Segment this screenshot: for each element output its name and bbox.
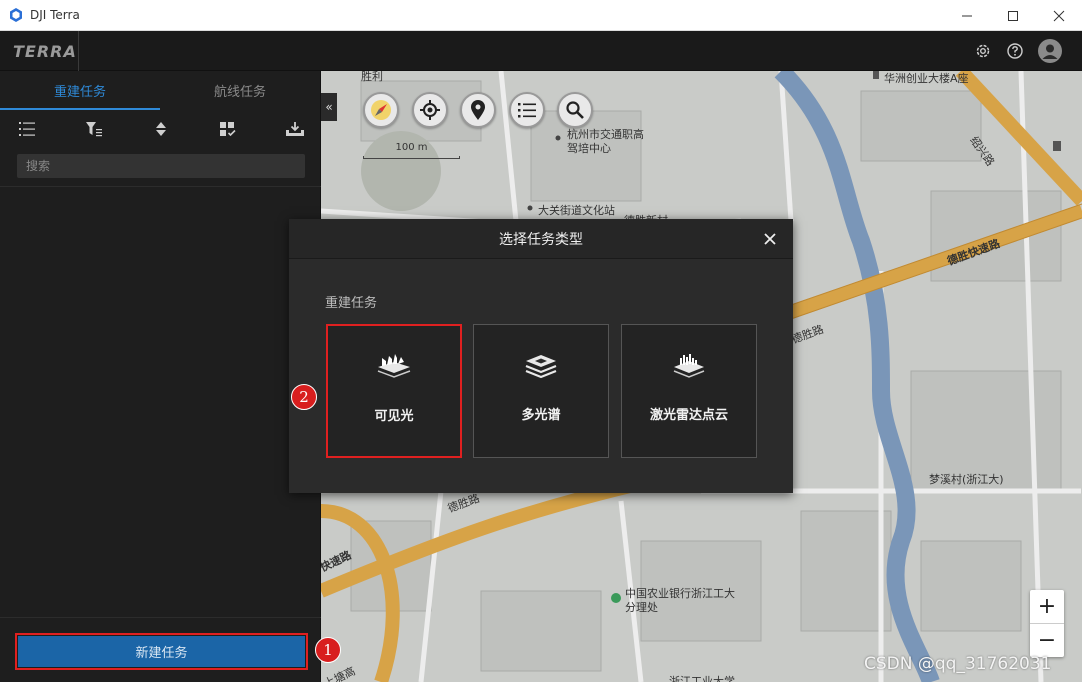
multispectral-icon [521,351,561,381]
new-task-button[interactable]: 新建任务 [18,636,305,667]
map-label: 驾培中心 [567,142,611,155]
scale-bar [363,156,460,159]
batch-select-button[interactable] [218,119,238,139]
pin-icon [471,100,485,120]
tab-flight-route[interactable]: 航线任务 [160,71,320,109]
user-avatar-icon [1038,39,1062,63]
task-option-label: 激光雷达点云 [649,408,728,423]
close-icon [1053,10,1065,21]
maximize-button[interactable] [990,0,1036,31]
sidebar: 重建任务 航线任务 搜索 新建任务 [0,71,321,682]
pin-button[interactable] [460,92,496,128]
divider [0,186,321,187]
sort-button[interactable] [151,119,171,139]
task-tabs: 重建任务 航线任务 [0,71,321,110]
import-button[interactable] [285,119,305,139]
step-1-badge: 1 [315,637,341,663]
list-view-button[interactable] [17,119,37,139]
sort-icon [156,122,166,136]
locate-button[interactable] [412,92,448,128]
user-avatar-button[interactable] [1038,39,1062,63]
list-icon [19,122,35,136]
divider [0,617,321,618]
map-scale: 100 m [363,140,460,160]
compass-icon [371,100,391,120]
dialog-header: 选择任务类型 [289,219,793,259]
layer-list-button[interactable] [509,92,545,128]
active-tab-indicator [0,108,160,110]
map-label: 华洲创业大楼A座 [884,72,969,85]
task-type-dialog: 选择任务类型 重建任务 可见光 多光谱 激光雷达点云 [289,219,793,493]
terra-logo: TERRA [0,31,79,71]
task-option-lidar[interactable]: 激光雷达点云 [621,324,757,458]
close-window-button[interactable] [1036,0,1082,31]
app-header: TERRA [0,31,1082,71]
collapse-sidebar-button[interactable]: « [321,93,337,121]
list-icon [518,103,536,118]
lidar-pointcloud-icon [669,351,709,381]
locate-icon [420,100,440,120]
task-search-input[interactable] [17,154,305,178]
batch-select-icon [220,122,236,137]
compass-button[interactable] [363,92,399,128]
map-label: 浙江工业大学 [669,675,735,682]
task-option-label: 可见光 [374,409,414,424]
tab-reconstruction[interactable]: 重建任务 [0,71,160,109]
help-icon [1007,43,1023,59]
dialog-section-title: 重建任务 [325,296,378,311]
zoom-out-button[interactable]: − [1030,624,1064,657]
map-label: 胜利 [361,71,383,83]
window-title: DJI Terra [30,8,80,22]
map-search-button[interactable] [557,92,593,128]
help-button[interactable] [1004,40,1026,62]
dialog-title: 选择任务类型 [499,231,583,248]
zoom-control: + − [1030,590,1064,657]
visible-light-icon [374,352,414,382]
scale-label: 100 m [395,142,428,153]
map-label: 梦溪村(浙江大) [929,473,1004,486]
csdn-watermark: CSDN @qq_31762031 [864,654,1052,674]
settings-button[interactable] [972,40,994,62]
minimize-button[interactable] [944,0,990,31]
zoom-in-button[interactable]: + [1030,590,1064,623]
task-toolbar [0,111,321,147]
close-icon [764,233,776,245]
annotation-highlight-frame: 新建任务 [15,633,308,670]
task-option-multispectral[interactable]: 多光谱 [473,324,609,458]
task-option-visible-light[interactable]: 可见光 [326,324,462,458]
import-icon [286,122,304,136]
step-2-badge: 2 [291,384,317,410]
dialog-close-button[interactable] [761,230,779,248]
map-label: 大关街道文化站 [538,204,615,217]
dji-terra-app-icon [10,8,22,22]
gear-icon [976,44,990,58]
minimize-icon [962,15,972,16]
map-label: 分理处 [625,601,658,614]
window-titlebar: DJI Terra [0,0,1082,31]
maximize-icon [1008,10,1018,21]
task-option-label: 多光谱 [521,408,561,423]
filter-icon [86,122,102,137]
filter-button[interactable] [84,119,104,139]
search-icon [566,101,584,119]
